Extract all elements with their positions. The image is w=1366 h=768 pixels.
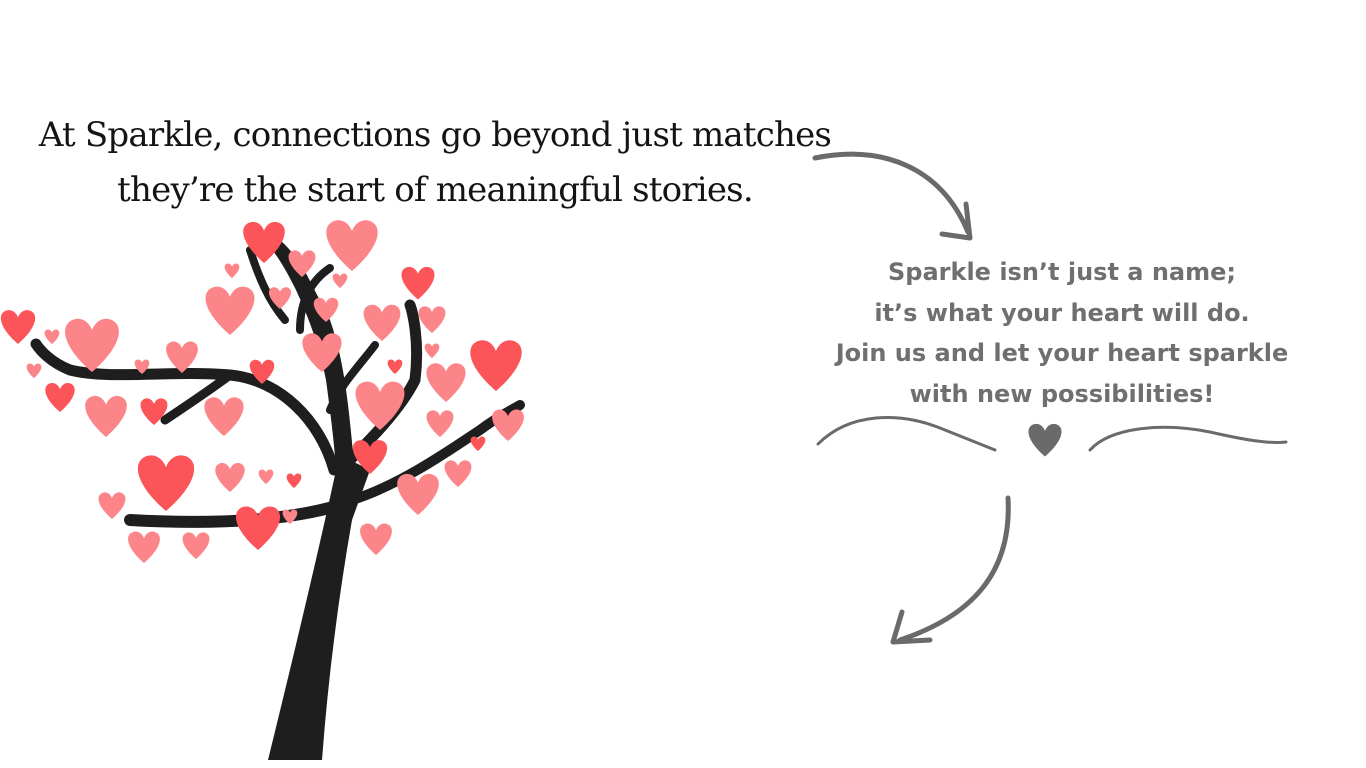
curved-arrow-right-icon [812, 151, 973, 241]
small-heart-icon [1028, 423, 1062, 457]
decorations [0, 151, 1288, 760]
heart-tree-icon [0, 220, 525, 760]
curved-arrow-down-icon [890, 495, 1011, 645]
